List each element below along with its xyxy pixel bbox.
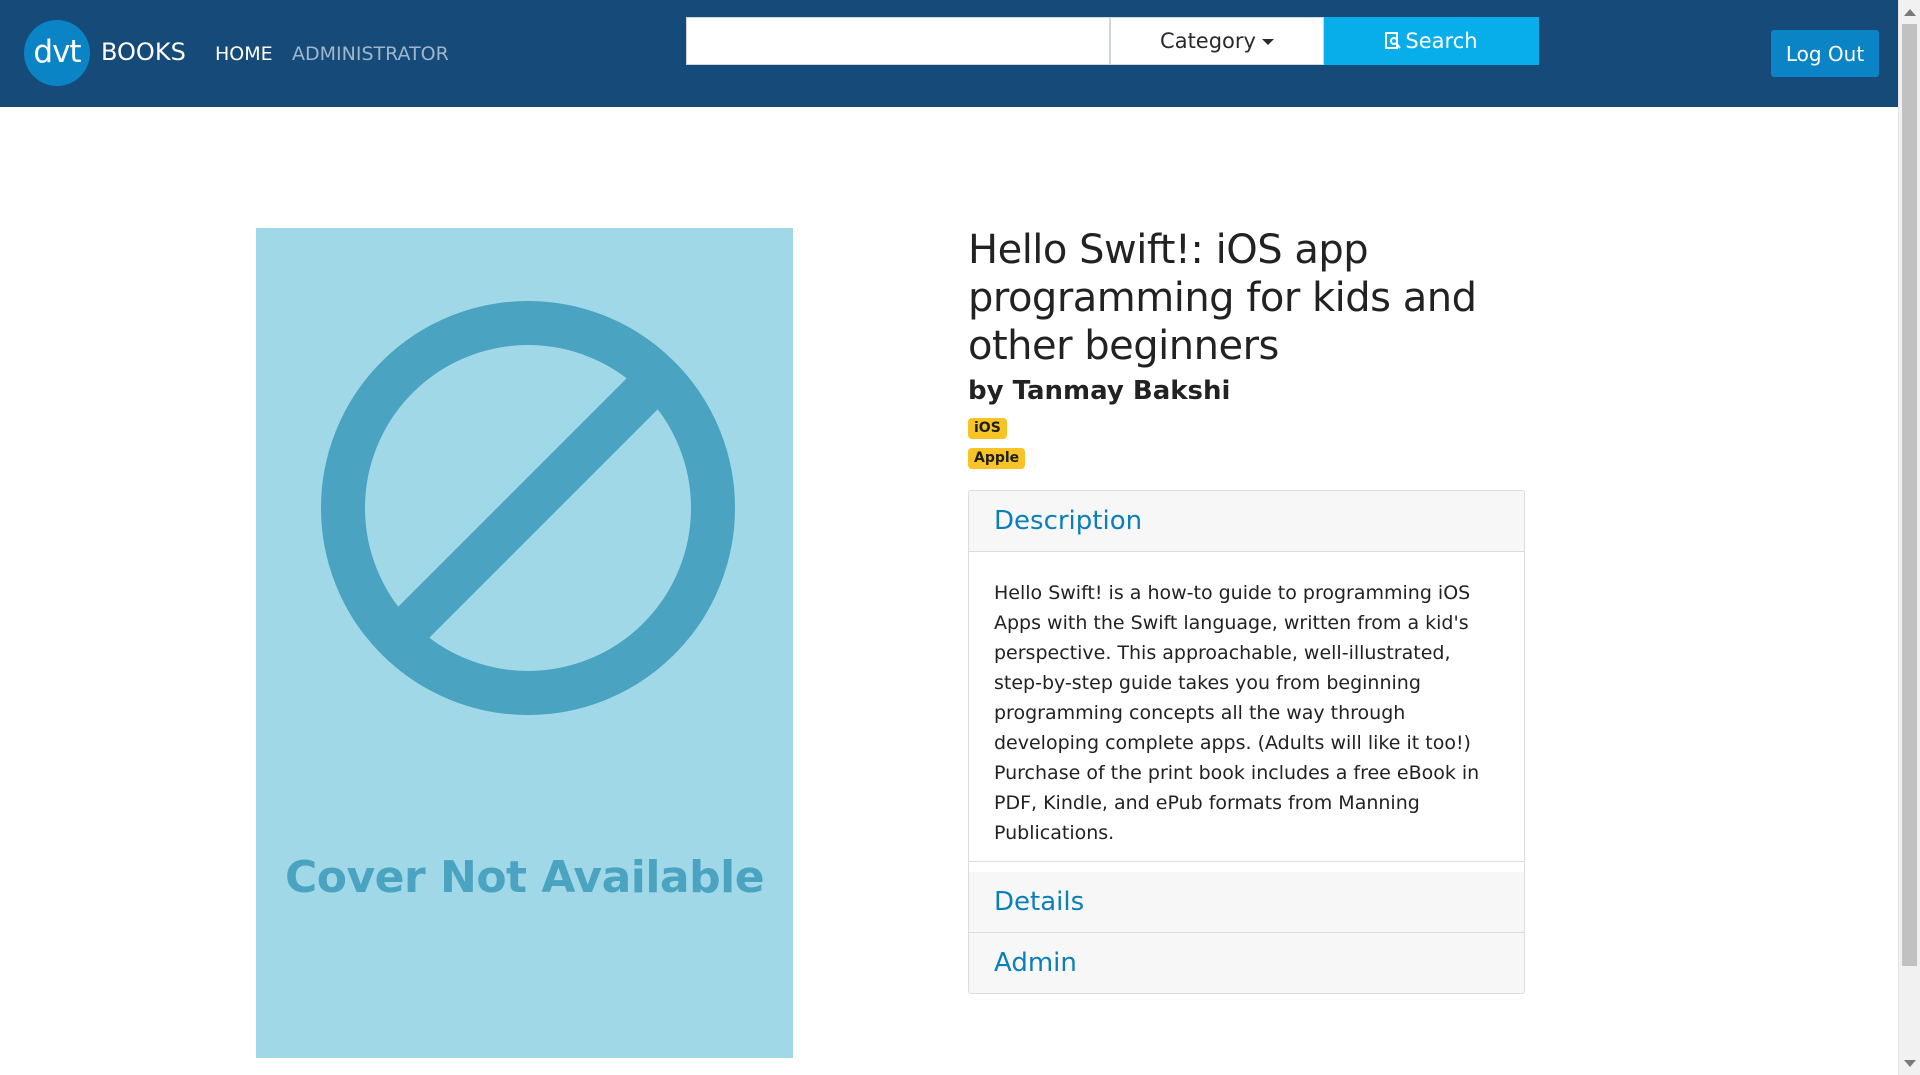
tag-badge-ios[interactable]: iOS <box>968 418 1007 439</box>
brand-name[interactable]: BOOKS <box>101 36 186 68</box>
category-label: Category <box>1160 29 1256 53</box>
scroll-up-arrow-icon[interactable] <box>1904 9 1916 16</box>
search-button[interactable]: Search <box>1324 17 1539 65</box>
scrollbar-thumb[interactable] <box>1902 24 1917 966</box>
category-dropdown-button[interactable]: Category <box>1110 17 1324 65</box>
search-icon <box>1385 32 1402 49</box>
page-scrollbar[interactable] <box>1898 0 1920 1075</box>
book-title: Hello Swift!: iOS app programming for ki… <box>968 227 1477 369</box>
tag-badge-apple[interactable]: Apple <box>968 448 1026 469</box>
scroll-down-arrow-icon[interactable] <box>1904 1060 1916 1067</box>
no-entry-icon <box>321 301 735 715</box>
accordion-header-admin[interactable]: Admin <box>969 933 1524 993</box>
nav-link-administrator[interactable]: ADMINISTRATOR <box>292 42 449 66</box>
caret-down-icon <box>1261 39 1274 45</box>
book-info-accordion: Description Hello Swift! is a how-to gui… <box>968 490 1525 994</box>
accordion-header-description[interactable]: Description <box>969 491 1524 552</box>
search-input[interactable] <box>686 17 1110 65</box>
logout-button[interactable]: Log Out <box>1771 30 1879 77</box>
book-cover-placeholder: Cover Not Available <box>256 228 793 1058</box>
book-author: by Tanmay Bakshi <box>968 376 1231 406</box>
cover-not-available-text: Cover Not Available <box>284 852 765 903</box>
search-button-label: Search <box>1405 29 1478 53</box>
dvt-logo[interactable]: dvt <box>24 20 90 86</box>
description-text: Hello Swift! is a how-to guide to progra… <box>969 553 1524 862</box>
accordion-header-details[interactable]: Details <box>969 872 1524 933</box>
nav-link-home[interactable]: HOME <box>215 42 273 66</box>
top-navbar: dvt BOOKS HOME ADMINISTRATOR Category Se… <box>0 0 1898 107</box>
